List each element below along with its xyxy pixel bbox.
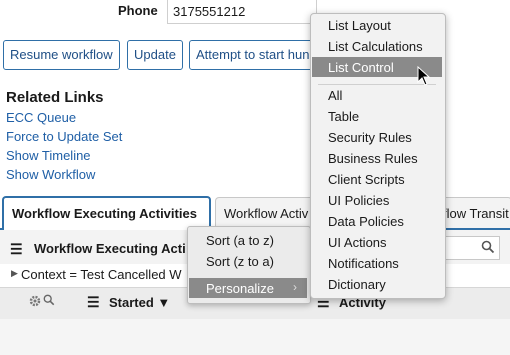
column-started[interactable]: Started ▼ (109, 295, 170, 310)
menu-security-rules[interactable]: Security Rules (328, 130, 412, 145)
list-body (0, 319, 510, 355)
menu-ui-actions[interactable]: UI Actions (328, 235, 387, 250)
menu-dictionary[interactable]: Dictionary (328, 277, 386, 292)
menu-list-control-label: List Control (328, 60, 394, 75)
phone-label: Phone (118, 3, 158, 18)
menu-personalize-label: Personalize (206, 281, 274, 296)
tab-workflow-executing-activities[interactable]: Workflow Executing Activities (2, 196, 211, 230)
phone-field[interactable]: 3175551212 (167, 0, 317, 24)
menu-client-scripts[interactable]: Client Scripts (328, 172, 405, 187)
column-search-icon[interactable] (43, 294, 55, 309)
menu-table[interactable]: Table (328, 109, 359, 124)
menu-business-rules[interactable]: Business Rules (328, 151, 418, 166)
list-menu-icon[interactable]: ☰ (10, 241, 23, 258)
show-workflow-link[interactable]: Show Workflow (6, 167, 95, 182)
tab-workflow-activity[interactable]: Workflow Activ (215, 197, 315, 228)
ecc-queue-link[interactable]: ECC Queue (6, 110, 76, 125)
attempt-to-start-button[interactable]: Attempt to start hung (189, 40, 314, 70)
menu-data-policies[interactable]: Data Policies (328, 214, 404, 229)
submenu-arrow-icon: › (293, 280, 297, 294)
menu-list-layout[interactable]: List Layout (328, 18, 391, 33)
list-title: Workflow Executing Acti (34, 241, 186, 256)
menu-all[interactable]: All (328, 88, 342, 103)
column-menu-icon[interactable]: ☰ (87, 294, 100, 311)
menu-ui-policies[interactable]: UI Policies (328, 193, 389, 208)
filter-condition: Context = Test Cancelled W (21, 267, 182, 282)
update-button[interactable]: Update (127, 40, 183, 70)
force-update-set-link[interactable]: Force to Update Set (6, 129, 122, 144)
menu-sort-z-a[interactable]: Sort (z to a) (206, 254, 274, 269)
show-timeline-link[interactable]: Show Timeline (6, 148, 91, 163)
resume-workflow-button[interactable]: Resume workflow (3, 40, 120, 70)
menu-notifications[interactable]: Notifications (328, 256, 399, 271)
menu-sort-a-z[interactable]: Sort (a to z) (206, 233, 274, 248)
expand-arrow-icon[interactable]: ▶ (11, 268, 18, 279)
gear-icon[interactable] (28, 294, 42, 311)
menu-list-calculations[interactable]: List Calculations (328, 39, 423, 54)
related-links-title: Related Links (6, 89, 104, 106)
search-icon[interactable] (481, 240, 495, 257)
mouse-cursor-icon (417, 65, 431, 89)
